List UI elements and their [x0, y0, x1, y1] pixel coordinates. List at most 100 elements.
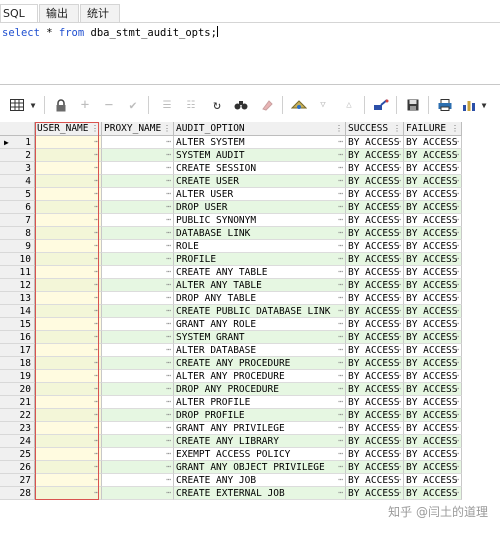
- cell-editor-ellipsis-icon[interactable]: ⋯: [396, 396, 401, 408]
- cell-editor-ellipsis-icon[interactable]: ⋯: [454, 383, 459, 395]
- cell-success[interactable]: BY ACCESS ⋯: [346, 188, 404, 201]
- cell-editor-ellipsis-icon[interactable]: ⋯: [338, 344, 343, 356]
- cell-editor-ellipsis-icon[interactable]: ⋯: [454, 344, 459, 356]
- cell-editor-ellipsis-icon[interactable]: ⋯: [166, 318, 171, 330]
- save-icon[interactable]: [404, 96, 422, 114]
- cell-success[interactable]: BY ACCESS ⋯: [346, 318, 404, 331]
- cell-proxy-name[interactable]: ⋯: [102, 201, 174, 214]
- cell-success[interactable]: BY ACCESS ⋯: [346, 214, 404, 227]
- cell-editor-ellipsis-icon[interactable]: ⋯: [454, 201, 459, 213]
- cell-editor-ellipsis-icon[interactable]: ⋯: [166, 396, 171, 408]
- cell-editor-ellipsis-icon[interactable]: ⋯: [454, 409, 459, 421]
- cell-audit-option[interactable]: GRANT ANY OBJECT PRIVILEGE ⋯: [174, 461, 346, 474]
- cell-editor-ellipsis-icon[interactable]: ⋯: [396, 318, 401, 330]
- cell-success[interactable]: BY ACCESS ⋯: [346, 227, 404, 240]
- cell-editor-ellipsis-icon[interactable]: ⋯: [396, 305, 401, 317]
- cell-user-name[interactable]: ⋯: [35, 435, 102, 448]
- cell-failure[interactable]: BY ACCESS ⋯: [404, 175, 462, 188]
- cell-failure[interactable]: BY ACCESS ⋯: [404, 136, 462, 149]
- row-header[interactable]: 21: [0, 396, 35, 409]
- cell-failure[interactable]: BY ACCESS ⋯: [404, 357, 462, 370]
- cell-editor-ellipsis-icon[interactable]: ⋯: [396, 422, 401, 434]
- editor-splitter[interactable]: [0, 84, 500, 85]
- cell-editor-ellipsis-icon[interactable]: ⋯: [396, 136, 401, 148]
- cell-proxy-name[interactable]: ⋯: [102, 357, 174, 370]
- cell-success[interactable]: BY ACCESS ⋯: [346, 344, 404, 357]
- cell-editor-ellipsis-icon[interactable]: ⋯: [396, 162, 401, 174]
- row-header[interactable]: 28: [0, 487, 35, 500]
- cell-editor-ellipsis-icon[interactable]: ⋯: [338, 292, 343, 304]
- cell-editor-ellipsis-icon[interactable]: ⋯: [94, 448, 99, 460]
- cell-editor-ellipsis-icon[interactable]: ⋯: [94, 175, 99, 187]
- cell-success[interactable]: BY ACCESS ⋯: [346, 175, 404, 188]
- cell-success[interactable]: BY ACCESS ⋯: [346, 149, 404, 162]
- cell-editor-ellipsis-icon[interactable]: ⋯: [396, 279, 401, 291]
- cell-audit-option[interactable]: GRANT ANY PRIVILEGE ⋯: [174, 422, 346, 435]
- cell-success[interactable]: BY ACCESS ⋯: [346, 201, 404, 214]
- cell-editor-ellipsis-icon[interactable]: ⋯: [338, 396, 343, 408]
- cell-editor-ellipsis-icon[interactable]: ⋯: [338, 305, 343, 317]
- cell-success[interactable]: BY ACCESS ⋯: [346, 266, 404, 279]
- cell-editor-ellipsis-icon[interactable]: ⋯: [166, 227, 171, 239]
- cell-success[interactable]: BY ACCESS ⋯: [346, 448, 404, 461]
- cell-editor-ellipsis-icon[interactable]: ⋯: [396, 292, 401, 304]
- cell-editor-ellipsis-icon[interactable]: ⋯: [396, 214, 401, 226]
- cell-user-name[interactable]: ⋯: [35, 357, 102, 370]
- cell-editor-ellipsis-icon[interactable]: ⋯: [94, 474, 99, 486]
- cell-editor-ellipsis-icon[interactable]: ⋯: [396, 201, 401, 213]
- cell-editor-ellipsis-icon[interactable]: ⋯: [94, 266, 99, 278]
- cell-success[interactable]: BY ACCESS ⋯: [346, 136, 404, 149]
- cell-failure[interactable]: BY ACCESS ⋯: [404, 344, 462, 357]
- tab-output[interactable]: 输出: [39, 4, 79, 22]
- cell-editor-ellipsis-icon[interactable]: ⋯: [338, 448, 343, 460]
- column-header-failure[interactable]: FAILURE ⋮: [404, 122, 462, 136]
- row-header[interactable]: ▶ 1: [0, 136, 35, 149]
- cell-editor-ellipsis-icon[interactable]: ⋯: [338, 422, 343, 434]
- cell-audit-option[interactable]: EXEMPT ACCESS POLICY ⋯: [174, 448, 346, 461]
- cell-success[interactable]: BY ACCESS ⋯: [346, 292, 404, 305]
- cell-success[interactable]: BY ACCESS ⋯: [346, 435, 404, 448]
- cell-editor-ellipsis-icon[interactable]: ⋯: [338, 487, 343, 499]
- cell-proxy-name[interactable]: ⋯: [102, 370, 174, 383]
- cell-proxy-name[interactable]: ⋯: [102, 149, 174, 162]
- cell-editor-ellipsis-icon[interactable]: ⋯: [166, 188, 171, 200]
- row-header[interactable]: 25: [0, 448, 35, 461]
- cell-editor-ellipsis-icon[interactable]: ⋯: [338, 383, 343, 395]
- cell-editor-ellipsis-icon[interactable]: ⋯: [166, 292, 171, 304]
- cell-failure[interactable]: BY ACCESS ⋯: [404, 279, 462, 292]
- column-header-user-name[interactable]: USER_NAME ⋮: [35, 122, 102, 136]
- cell-success[interactable]: BY ACCESS ⋯: [346, 331, 404, 344]
- row-header[interactable]: 7: [0, 214, 35, 227]
- cell-proxy-name[interactable]: ⋯: [102, 279, 174, 292]
- chart-dropdown-icon[interactable]: ▼: [478, 96, 490, 114]
- cell-editor-ellipsis-icon[interactable]: ⋯: [454, 318, 459, 330]
- cell-audit-option[interactable]: PUBLIC SYNONYM ⋯: [174, 214, 346, 227]
- cell-editor-ellipsis-icon[interactable]: ⋯: [454, 188, 459, 200]
- cell-editor-ellipsis-icon[interactable]: ⋯: [396, 461, 401, 473]
- cell-editor-ellipsis-icon[interactable]: ⋯: [396, 487, 401, 499]
- cell-audit-option[interactable]: SYSTEM GRANT ⋯: [174, 331, 346, 344]
- cell-user-name[interactable]: ⋯: [35, 331, 102, 344]
- cell-proxy-name[interactable]: ⋯: [102, 448, 174, 461]
- cell-editor-ellipsis-icon[interactable]: ⋯: [166, 253, 171, 265]
- delete-record-icon[interactable]: −: [100, 96, 118, 114]
- next-page-icon[interactable]: ▽: [314, 96, 332, 114]
- cell-proxy-name[interactable]: ⋯: [102, 305, 174, 318]
- cell-failure[interactable]: BY ACCESS ⋯: [404, 370, 462, 383]
- cell-editor-ellipsis-icon[interactable]: ⋯: [338, 266, 343, 278]
- cell-editor-ellipsis-icon[interactable]: ⋯: [338, 253, 343, 265]
- cell-proxy-name[interactable]: ⋯: [102, 227, 174, 240]
- cell-editor-ellipsis-icon[interactable]: ⋯: [338, 331, 343, 343]
- cell-editor-ellipsis-icon[interactable]: ⋯: [454, 422, 459, 434]
- row-header[interactable]: 19: [0, 370, 35, 383]
- cell-proxy-name[interactable]: ⋯: [102, 396, 174, 409]
- sql-editor[interactable]: select * from dba_stmt_audit_opts;: [0, 23, 500, 83]
- cell-editor-ellipsis-icon[interactable]: ⋯: [454, 487, 459, 499]
- cell-editor-ellipsis-icon[interactable]: ⋯: [94, 136, 99, 148]
- cell-editor-ellipsis-icon[interactable]: ⋯: [94, 201, 99, 213]
- cell-proxy-name[interactable]: ⋯: [102, 344, 174, 357]
- cell-user-name[interactable]: ⋯: [35, 201, 102, 214]
- cell-editor-ellipsis-icon[interactable]: ⋯: [338, 474, 343, 486]
- cell-success[interactable]: BY ACCESS ⋯: [346, 474, 404, 487]
- cell-editor-ellipsis-icon[interactable]: ⋯: [454, 162, 459, 174]
